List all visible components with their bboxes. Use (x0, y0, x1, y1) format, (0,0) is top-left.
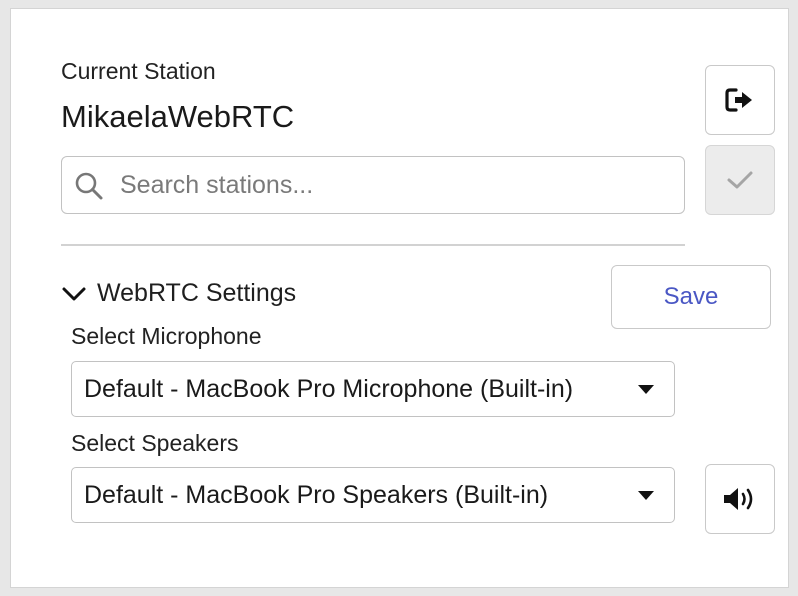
microphone-label: Select Microphone (71, 323, 262, 349)
current-station-label: Current Station (61, 58, 216, 84)
webrtc-settings-toggle[interactable]: WebRTC Settings (61, 279, 296, 308)
logout-button[interactable] (705, 65, 775, 135)
search-icon (75, 172, 103, 200)
sign-out-icon (725, 88, 752, 112)
microphone-select[interactable]: Default - MacBook Pro Microphone (Built-… (71, 361, 675, 417)
speakers-selected-value: Default - MacBook Pro Speakers (Built-in… (84, 480, 549, 509)
station-name: MikaelaWebRTC (61, 99, 295, 134)
caret-down-icon (638, 491, 654, 500)
search-input[interactable] (120, 165, 670, 205)
test-speakers-button[interactable] (705, 464, 775, 534)
divider (61, 244, 685, 246)
check-icon (727, 171, 753, 189)
caret-down-icon (638, 385, 654, 394)
save-button[interactable]: Save (611, 265, 771, 329)
station-search[interactable] (61, 156, 685, 214)
volume-up-icon (724, 488, 753, 510)
speakers-label: Select Speakers (71, 430, 239, 456)
station-panel: Current Station MikaelaWebRTC WebRTC Set… (10, 8, 789, 588)
chevron-down-icon (62, 287, 86, 300)
webrtc-settings-title: WebRTC Settings (97, 279, 297, 307)
speakers-select[interactable]: Default - MacBook Pro Speakers (Built-in… (71, 467, 675, 523)
confirm-station-button[interactable] (705, 145, 775, 215)
microphone-selected-value: Default - MacBook Pro Microphone (Built-… (84, 374, 574, 403)
